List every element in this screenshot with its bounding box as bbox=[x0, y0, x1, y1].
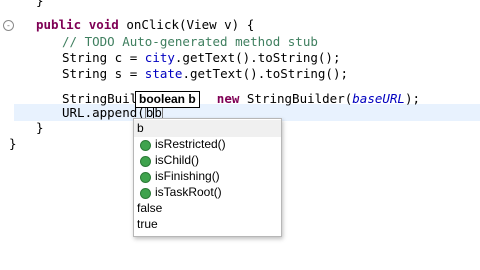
editor-top-strip bbox=[0, 0, 480, 6]
code-line-1[interactable]: public void onClick(View v) { bbox=[36, 16, 254, 33]
code-line-3[interactable]: String c = city.getText().toString(); bbox=[62, 49, 340, 66]
autocomplete-item[interactable]: isFinishing() bbox=[134, 168, 281, 185]
code-line-8[interactable]: } bbox=[9, 135, 17, 152]
code-line-7[interactable]: } bbox=[36, 119, 44, 136]
fold-toggle-icon[interactable]: - bbox=[3, 20, 14, 31]
code-line-2[interactable]: // TODO Auto-generated method stub bbox=[62, 33, 318, 50]
autocomplete-item[interactable]: isRestricted() bbox=[134, 136, 281, 153]
method-public-icon bbox=[140, 188, 151, 199]
method-public-icon bbox=[140, 156, 151, 167]
autocomplete-item[interactable]: false bbox=[134, 200, 281, 217]
autocomplete-item[interactable]: true bbox=[134, 216, 281, 233]
method-public-icon bbox=[140, 140, 151, 151]
autocomplete-item[interactable]: b bbox=[134, 120, 281, 137]
method-public-icon bbox=[140, 172, 151, 183]
autocomplete-item[interactable]: isTaskRoot() bbox=[134, 184, 281, 201]
parameter-hint-tooltip: boolean b bbox=[135, 91, 200, 108]
code-line-0[interactable]: } bbox=[36, 0, 44, 9]
autocomplete-popup[interactable]: b isRestricted() isChild() isFinishing()… bbox=[133, 118, 282, 237]
autocomplete-item[interactable]: isChild() bbox=[134, 152, 281, 169]
code-line-4[interactable]: String s = state.getText().toString(); bbox=[62, 65, 348, 82]
